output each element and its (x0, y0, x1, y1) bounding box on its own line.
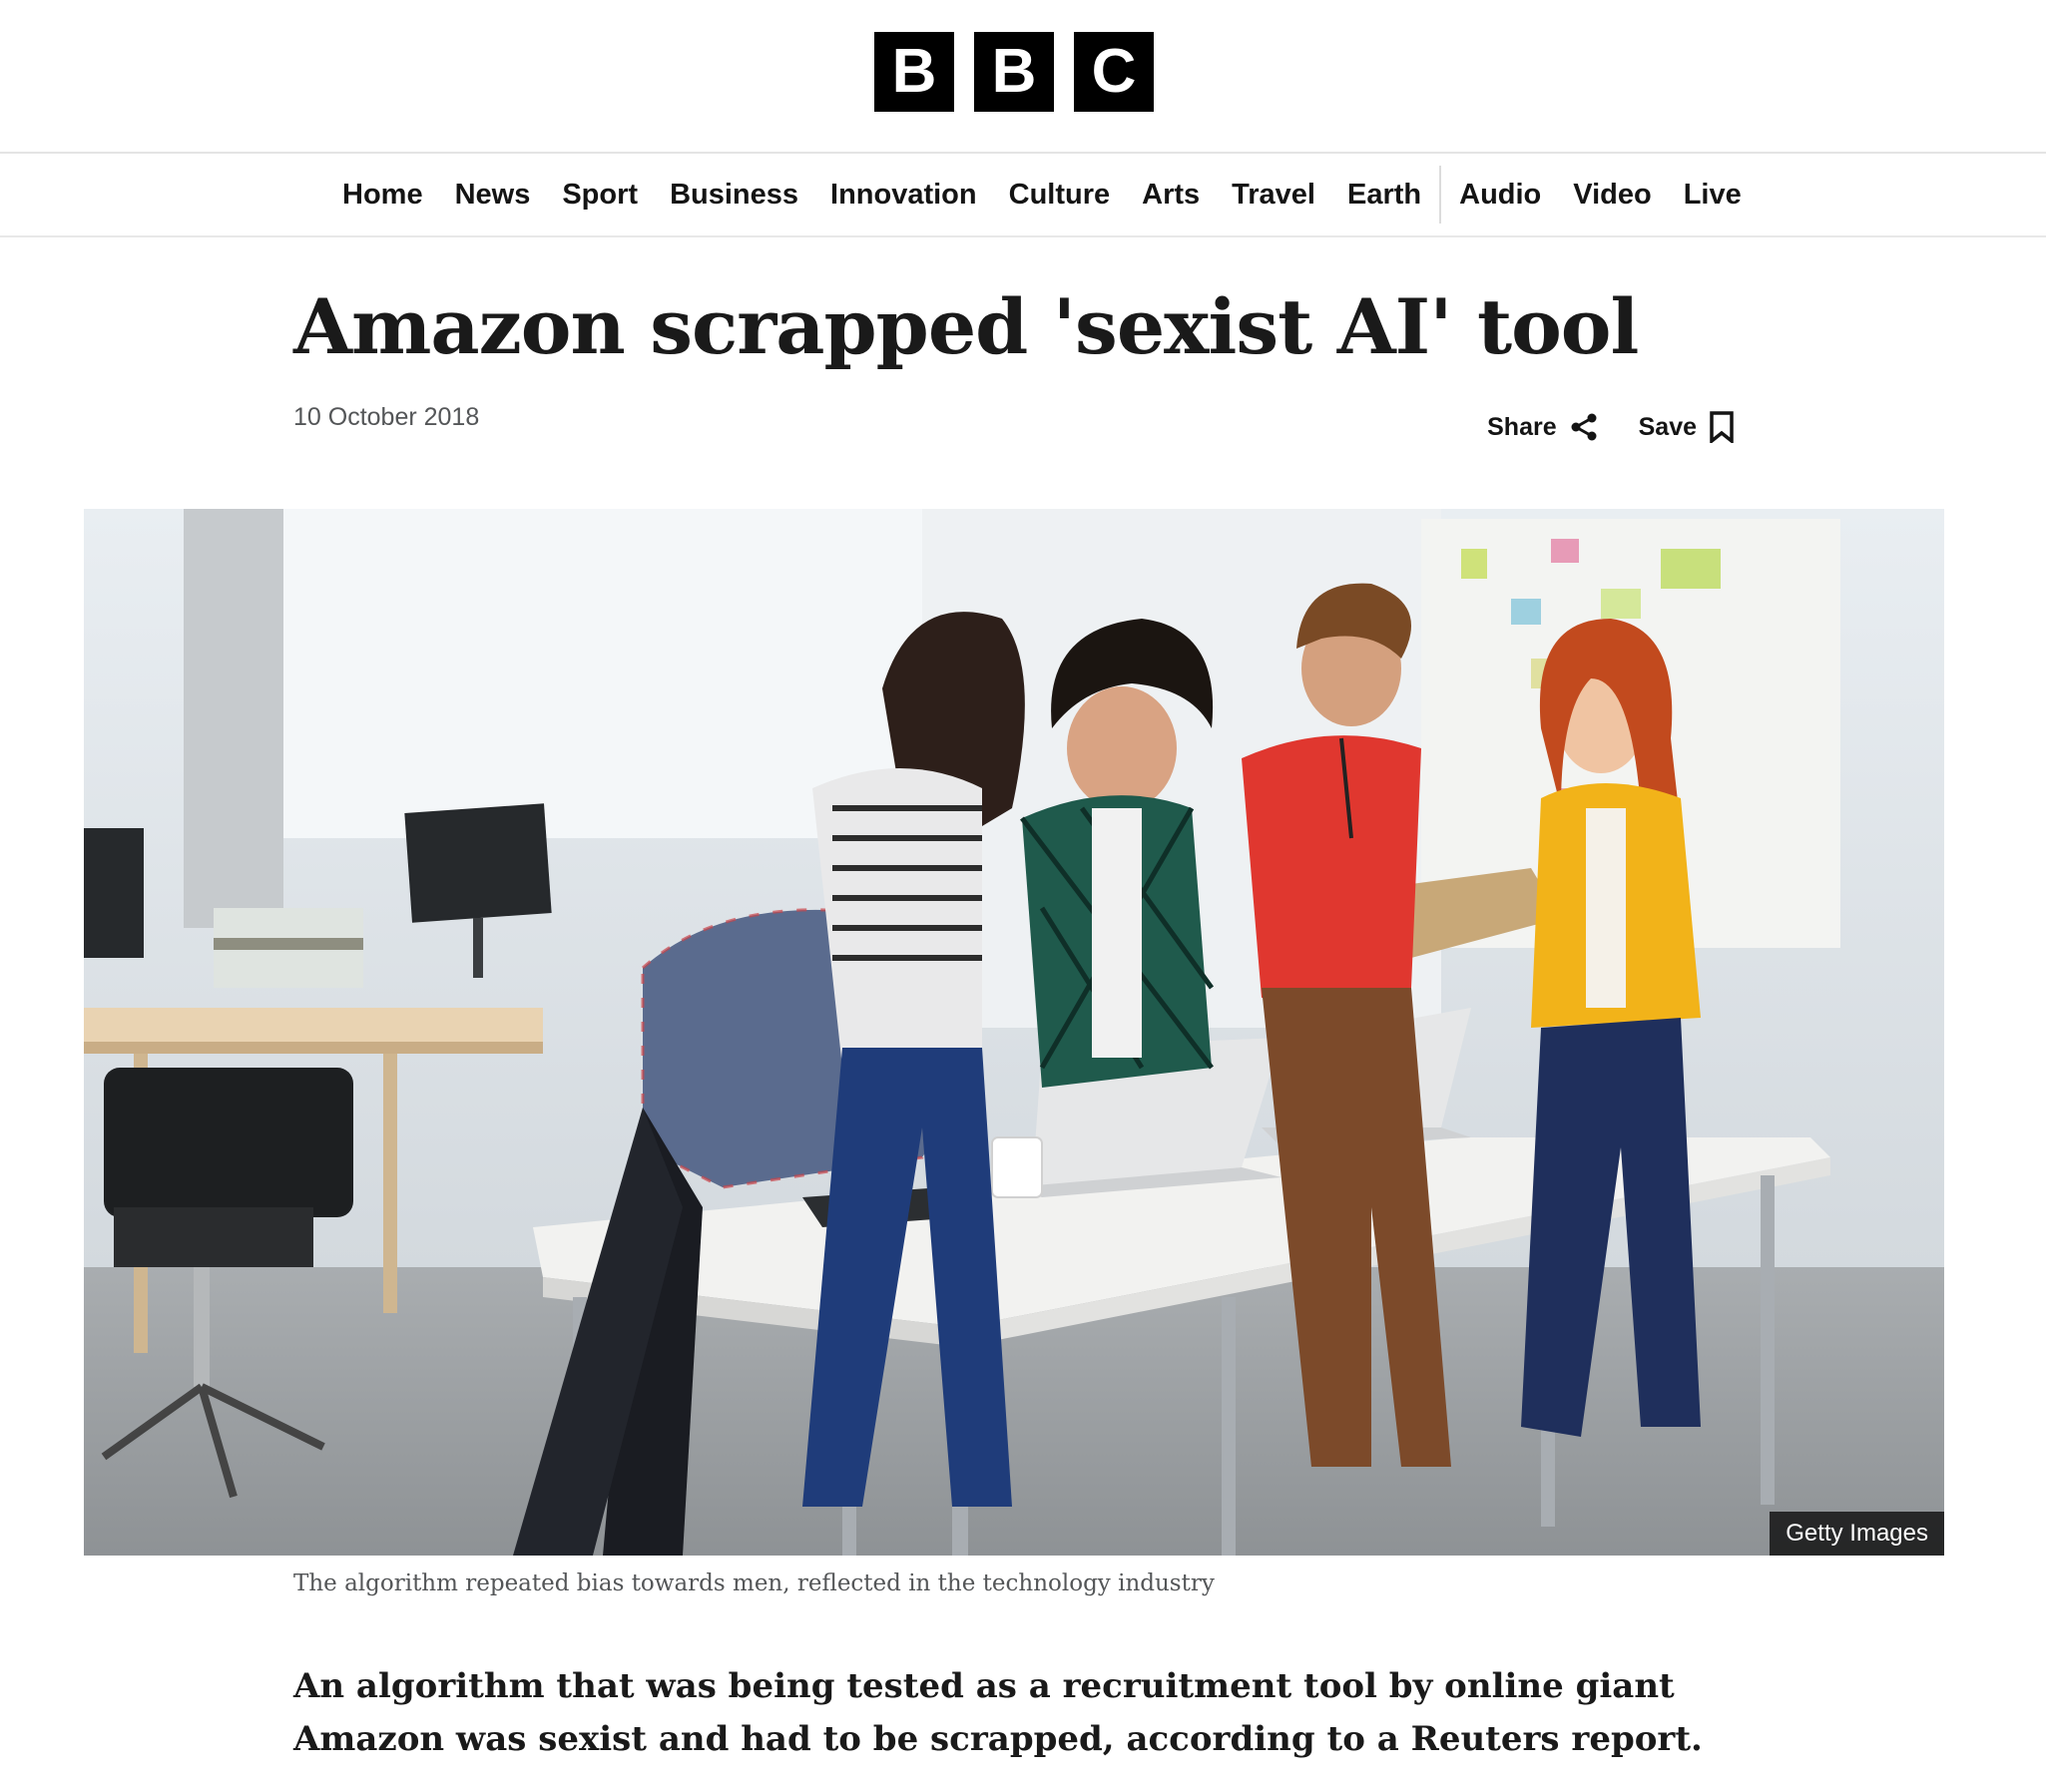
article-lead: An algorithm that was being tested as a … (293, 1666, 1703, 1759)
nav-item-home[interactable]: Home (326, 179, 439, 212)
image-caption: The algorithm repeated bias towards men,… (293, 1570, 1215, 1596)
save-label: Save (1638, 412, 1697, 441)
nav-item-audio[interactable]: Audio (1443, 179, 1557, 212)
nav-item-innovation[interactable]: Innovation (814, 179, 993, 212)
article-headline: Amazon scrapped 'sexist AI' tool (293, 282, 1639, 371)
article-actions: Share Save (1487, 411, 1735, 443)
nav-item-video[interactable]: Video (1557, 179, 1667, 212)
logo-letter-b1: B (874, 32, 954, 112)
nav-divider (1439, 166, 1442, 224)
share-button[interactable]: Share (1487, 412, 1598, 442)
nav-item-business[interactable]: Business (654, 179, 814, 212)
office-photo (84, 509, 1944, 1556)
main-nav: Home News Sport Business Innovation Cult… (0, 154, 2046, 237)
logo-letter-c: C (1074, 32, 1154, 112)
nav-item-news[interactable]: News (439, 179, 547, 212)
bookmark-icon (1710, 411, 1734, 443)
hero-image: Getty Images (84, 509, 1944, 1556)
save-button[interactable]: Save (1639, 411, 1735, 443)
nav-item-arts[interactable]: Arts (1126, 179, 1216, 212)
nav-item-live[interactable]: Live (1668, 179, 1758, 212)
nav-item-travel[interactable]: Travel (1216, 179, 1331, 212)
image-credit: Getty Images (1770, 1512, 1944, 1556)
article-date: 10 October 2018 (293, 403, 480, 431)
share-label: Share (1487, 412, 1557, 441)
nav-item-culture[interactable]: Culture (993, 179, 1127, 212)
bbc-logo[interactable]: B B C (874, 32, 1154, 112)
logo-letter-b2: B (974, 32, 1054, 112)
share-icon (1571, 413, 1597, 441)
nav-item-sport[interactable]: Sport (546, 179, 654, 212)
site-header: B B C (0, 0, 2046, 154)
nav-item-earth[interactable]: Earth (1331, 179, 1437, 212)
